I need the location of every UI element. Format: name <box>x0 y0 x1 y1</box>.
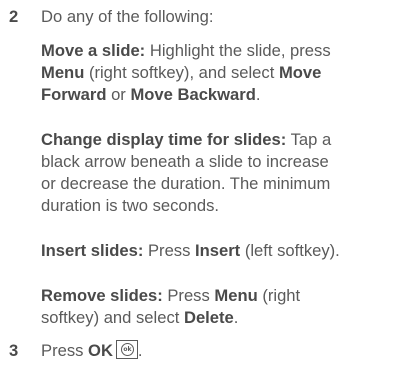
bold-term: Delete <box>183 308 234 327</box>
step-number: 3 <box>9 341 19 360</box>
text-run: softkey) and select <box>41 308 184 327</box>
instruction-move-slide: Move a slide: Highlight the slide, press… <box>41 40 407 106</box>
instruction-insert-slides: Insert slides: Press Insert (left softke… <box>41 240 407 262</box>
text-run: . <box>233 308 239 327</box>
text-run: (right softkey), and select <box>84 63 279 82</box>
text-run: black arrow beneath a slide to increase <box>41 152 329 171</box>
text-run: (right <box>257 286 301 305</box>
text-line: or decrease the duration. The minimum <box>41 173 407 195</box>
text-run: (left softkey). <box>240 241 340 260</box>
text-line: Insert slides: Press Insert (left softke… <box>41 240 407 262</box>
ok-icon-glyph: ok <box>120 343 134 356</box>
text-line: Remove slides: Press Menu (right <box>41 285 407 307</box>
bold-term: Insert <box>195 241 241 260</box>
text-line: Change display time for slides: Tap a <box>41 129 407 151</box>
bold-term: Move a slide: <box>41 41 146 60</box>
text-run: . <box>255 85 261 104</box>
instruction-remove-slides: Remove slides: Press Menu (right softkey)… <box>41 285 407 329</box>
text-line: softkey) and select Delete. <box>41 307 407 329</box>
text-run: Highlight the slide, press <box>145 41 331 60</box>
bold-term: Remove slides: <box>41 286 163 305</box>
step-prefix: Press <box>41 341 89 360</box>
bold-term: Move <box>278 63 322 82</box>
ok-label: OK <box>88 341 113 360</box>
text-run: or <box>106 85 131 104</box>
bold-term: Menu <box>41 63 85 82</box>
bold-term: Change display time for slides: <box>41 130 287 149</box>
text-line: duration is two seconds. <box>41 195 407 217</box>
step-period: . <box>137 341 143 360</box>
ok-button-icon: ok <box>115 340 138 359</box>
text-run: or decrease the duration. The minimum <box>41 174 331 193</box>
bold-term: Move Backward <box>130 85 256 104</box>
text-run: duration is two seconds. <box>41 196 220 215</box>
bold-term: Menu <box>214 286 258 305</box>
text-line: black arrow beneath a slide to increase <box>41 151 407 173</box>
text-line: Move a slide: Highlight the slide, press <box>41 40 407 62</box>
step-intro: Do any of the following: <box>41 7 214 26</box>
text-line: Menu (right softkey), and select Move <box>41 62 407 84</box>
text-run: Press <box>143 241 196 260</box>
bold-term: Forward <box>41 85 107 104</box>
instruction-change-display-time: Change display time for slides: Tap a bla… <box>41 129 407 217</box>
text-run: Press <box>162 286 215 305</box>
text-line: Forward or Move Backward. <box>41 84 407 106</box>
text-run: Tap a <box>286 130 332 149</box>
step-number: 2 <box>9 7 19 26</box>
step-text: Press OK ok. <box>41 340 143 362</box>
bold-term: Insert slides: <box>41 241 144 260</box>
